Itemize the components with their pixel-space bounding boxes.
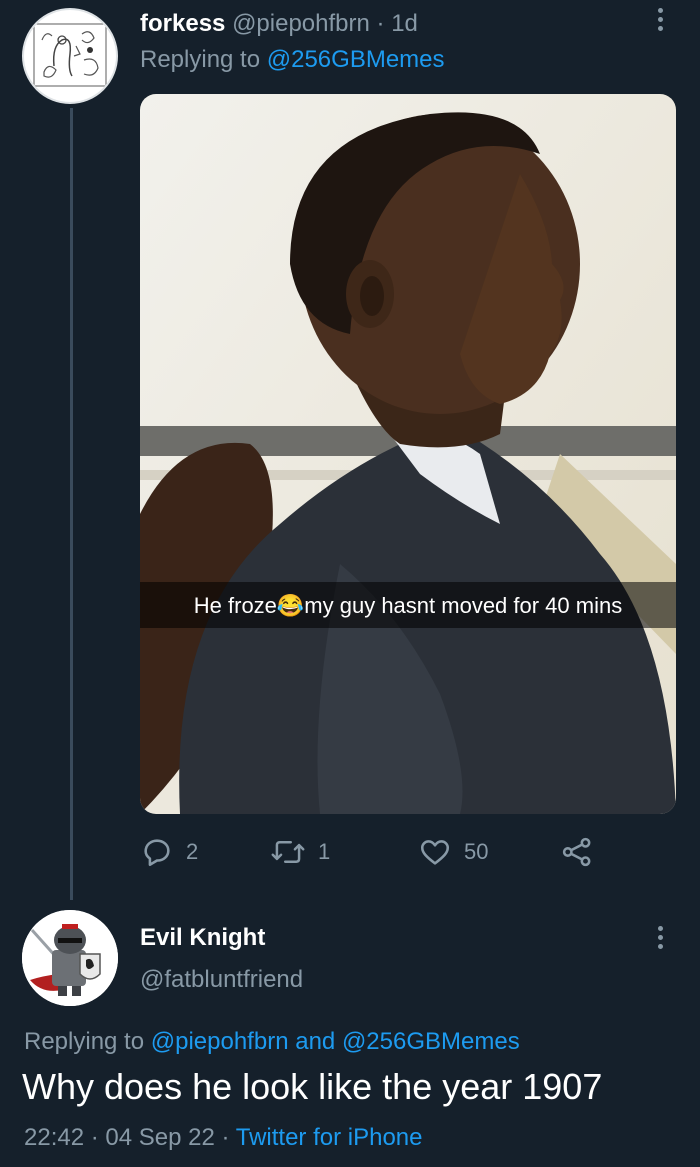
doodle-avatar-image xyxy=(33,23,107,87)
retweet-count: 1 xyxy=(318,839,331,864)
replying-to-link[interactable]: @256GBMemes xyxy=(267,46,445,73)
more-options-icon[interactable] xyxy=(652,8,668,38)
reply-count: 2 xyxy=(186,839,199,864)
tweet-header: forkess @piepohfbrn · 1d xyxy=(140,10,418,38)
like-count: 50 xyxy=(464,839,489,864)
thread-connector-line xyxy=(70,108,73,900)
user-handle[interactable]: @fatbluntfriend xyxy=(140,966,303,994)
tweet-source[interactable]: Twitter for iPhone xyxy=(236,1124,423,1151)
tweet-action-bar: 2 1 50 xyxy=(140,832,640,872)
display-name[interactable]: Evil Knight xyxy=(140,924,265,952)
replying-to-link-2[interactable]: @256GBMemes xyxy=(342,1028,520,1055)
replying-to-line: Replying to @piepohfbrn and @256GBMemes xyxy=(24,1028,520,1056)
tweet-time[interactable]: 1d xyxy=(391,10,418,37)
replying-prefix: Replying to xyxy=(24,1028,145,1055)
reply-icon xyxy=(144,839,170,867)
replying-to-link-1[interactable]: @piepohfbrn xyxy=(151,1028,289,1055)
snapchat-caption: He froze😂my guy hasnt moved for 40 mins xyxy=(193,593,623,618)
user-handle[interactable]: @piepohfbrn xyxy=(232,10,370,37)
knight-avatar-image xyxy=(22,910,118,1006)
separator-dot: · xyxy=(376,10,385,37)
tweet-text: Why does he look like the year 1907 xyxy=(22,1066,603,1107)
tweet-date[interactable]: 04 Sep 22 xyxy=(105,1124,214,1151)
share-button[interactable] xyxy=(560,832,594,872)
separator-dot: · xyxy=(221,1124,230,1151)
replying-prefix: Replying to xyxy=(140,46,261,73)
replying-and: and xyxy=(295,1028,336,1055)
avatar[interactable] xyxy=(22,910,118,1006)
replying-to-line: Replying to @256GBMemes xyxy=(140,46,445,74)
tweet-media-image[interactable]: He froze😂my guy hasnt moved for 40 mins xyxy=(140,94,676,814)
avatar[interactable] xyxy=(22,8,118,104)
separator-dot: · xyxy=(90,1124,99,1151)
more-options-icon[interactable] xyxy=(652,926,668,956)
retweet-button[interactable]: 1 xyxy=(270,832,330,872)
heart-icon xyxy=(420,840,450,865)
like-button[interactable]: 50 xyxy=(418,832,488,872)
retweet-icon xyxy=(271,841,305,863)
reply-button[interactable]: 2 xyxy=(140,832,198,872)
share-icon xyxy=(562,837,591,867)
photo-illustration xyxy=(140,94,676,814)
tweet-time[interactable]: 22:42 xyxy=(24,1124,84,1151)
display-name[interactable]: forkess xyxy=(140,10,225,37)
tweet-metadata: 22:42 · 04 Sep 22 · Twitter for iPhone xyxy=(24,1124,423,1152)
